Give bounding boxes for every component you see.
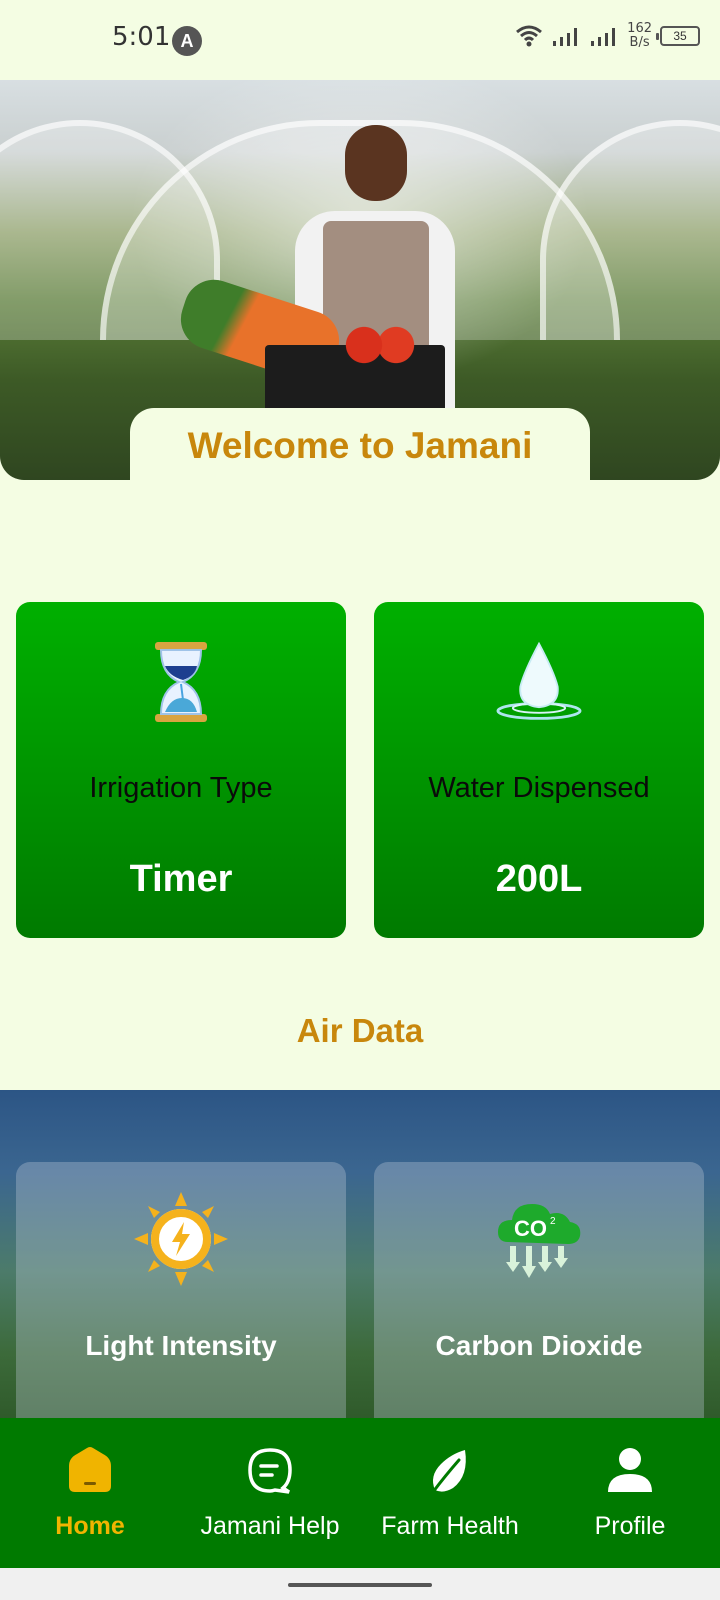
carbon-dioxide-label: Carbon Dioxide: [435, 1330, 643, 1361]
irrigation-type-card[interactable]: Irrigation Type Timer: [16, 602, 346, 938]
speed-unit: B/s: [629, 35, 650, 50]
sun-lightning-icon: [134, 1192, 228, 1286]
irrigation-type-value: Timer: [129, 858, 233, 900]
water-drop-icon: [496, 641, 582, 720]
water-dispensed-card[interactable]: Water Dispensed 200L: [374, 602, 704, 938]
battery-icon: 35: [656, 26, 700, 46]
nav-home-label: Home: [55, 1512, 125, 1540]
signal-icon: [553, 28, 578, 46]
air-data-panel: Light Intensity CO 2 Carbon Dioxide: [0, 1090, 720, 1432]
welcome-title: Welcome to Jamani: [130, 408, 590, 480]
chat-icon: [248, 1448, 292, 1494]
svg-text:CO: CO: [514, 1216, 547, 1241]
bottom-navigation: Home Jamani Help Farm Health Profile: [0, 1418, 720, 1568]
light-intensity-label: Light Intensity: [85, 1330, 277, 1361]
irrigation-type-label: Irrigation Type: [89, 772, 273, 804]
nav-jamani-help[interactable]: Jamani Help: [180, 1418, 360, 1568]
network-speed: 162 B/s: [627, 22, 652, 50]
hourglass-icon: [155, 642, 207, 722]
nav-farm-health[interactable]: Farm Health: [360, 1418, 540, 1568]
leaf-icon: [431, 1450, 466, 1494]
light-intensity-card[interactable]: Light Intensity: [16, 1162, 346, 1432]
home-icon: [69, 1447, 111, 1492]
nav-jamani-help-label: Jamani Help: [200, 1512, 340, 1540]
nav-profile-label: Profile: [594, 1512, 666, 1540]
greenhouse-shape: [540, 120, 720, 340]
nav-profile[interactable]: Profile: [540, 1418, 720, 1568]
notification-icon: A: [172, 26, 202, 56]
carbon-dioxide-card[interactable]: CO 2 Carbon Dioxide: [374, 1162, 704, 1432]
co2-cloud-icon: CO 2: [498, 1204, 581, 1278]
nav-farm-health-label: Farm Health: [381, 1512, 519, 1540]
air-data-heading: Air Data: [296, 1012, 424, 1049]
nav-home[interactable]: Home: [0, 1418, 180, 1568]
person-icon: [608, 1448, 652, 1492]
wifi-icon: [516, 25, 543, 47]
home-gesture-bar[interactable]: [288, 1583, 432, 1587]
signal-icon-2: [591, 28, 616, 46]
gesture-area: [0, 1568, 720, 1600]
water-dispensed-value: 200L: [495, 858, 583, 900]
svg-text:2: 2: [550, 1216, 556, 1227]
speed-value: 162: [627, 21, 652, 36]
status-icons: 162 B/s 35: [515, 22, 700, 50]
tomatoes: [340, 325, 420, 365]
water-dispensed-label: Water Dispensed: [428, 772, 650, 804]
status-time: 5:01: [112, 22, 171, 52]
status-bar: 5:01 A 162 B/s 35: [0, 0, 720, 80]
